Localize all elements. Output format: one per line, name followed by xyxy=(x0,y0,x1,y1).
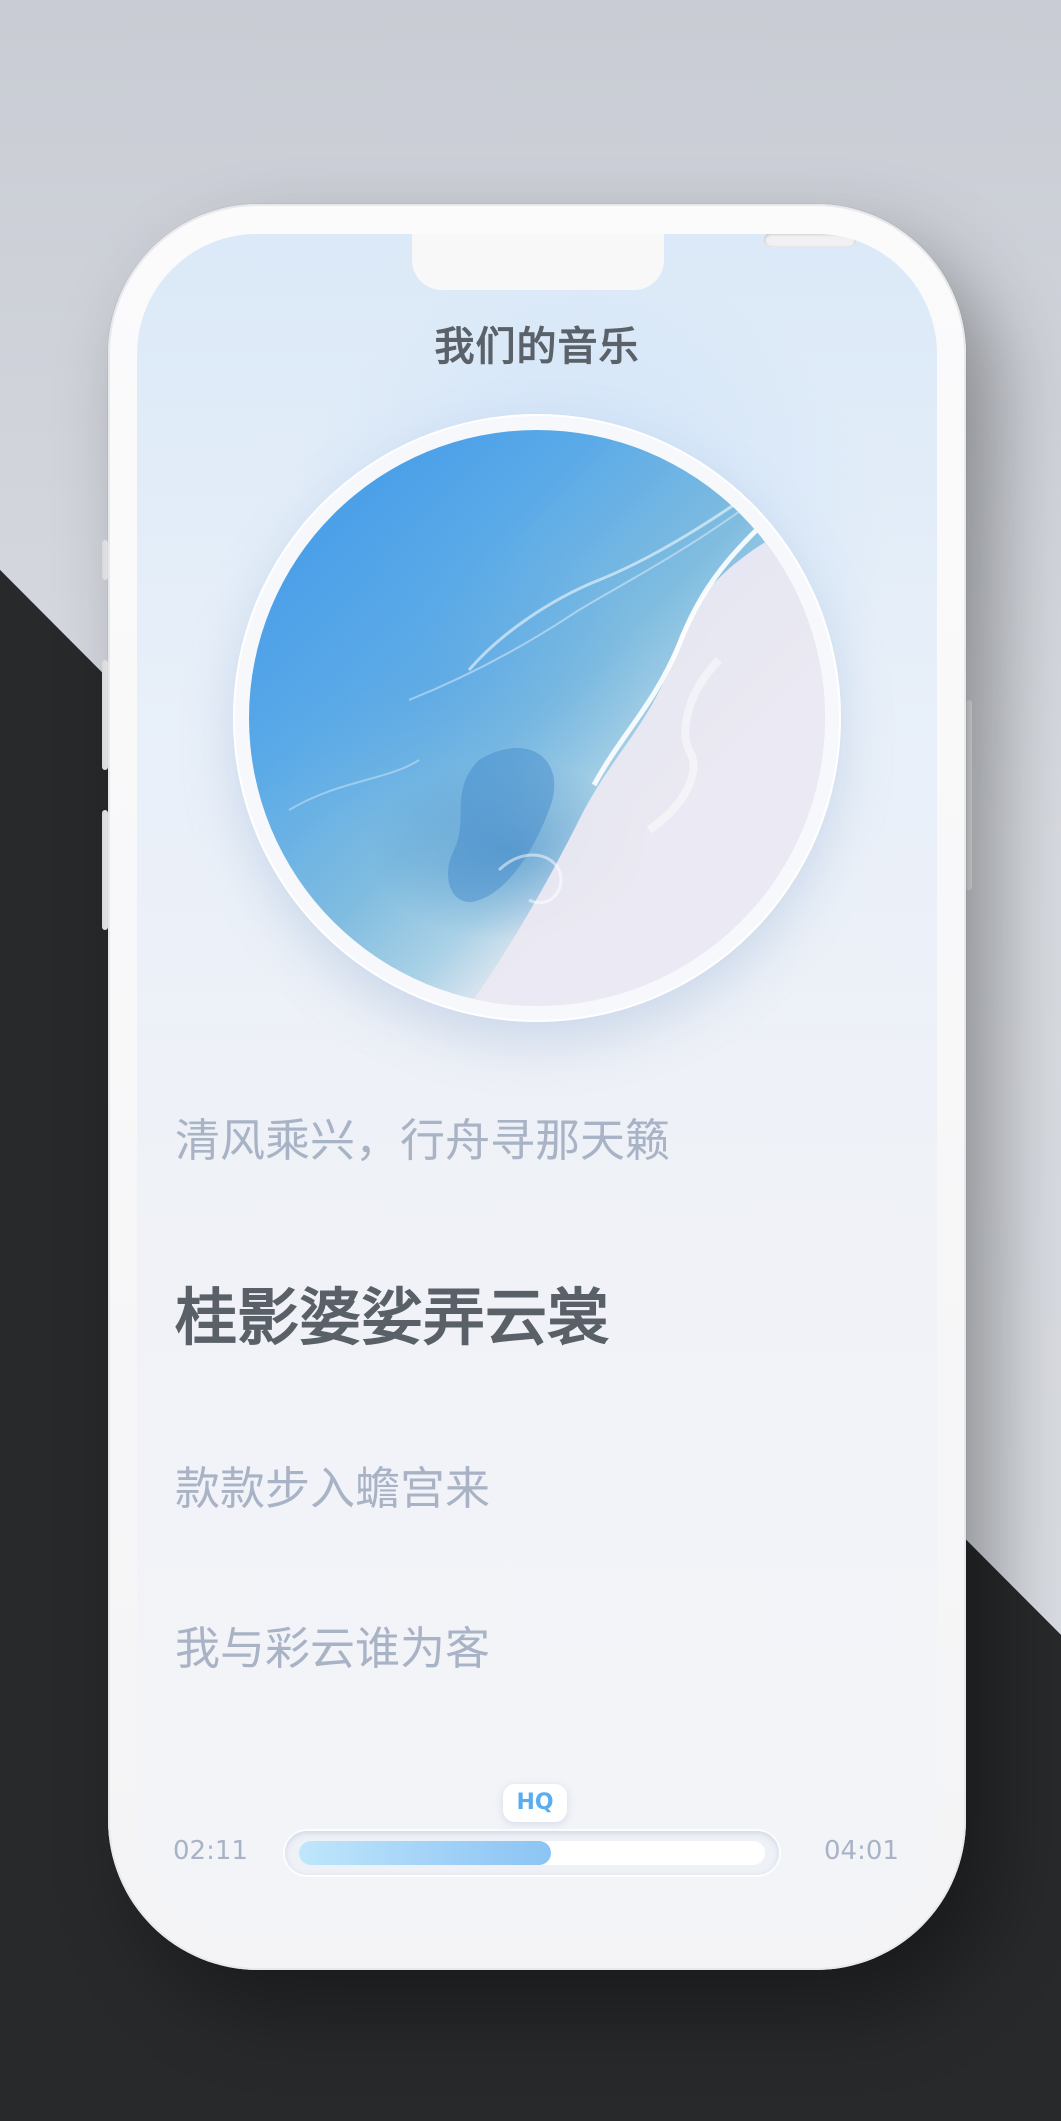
notch xyxy=(412,234,856,290)
hq-quality-badge[interactable]: HQ xyxy=(503,1784,567,1822)
lyric-line-previous[interactable]: 清风乘兴，行舟寻那天籁 xyxy=(175,1104,670,1169)
lyric-line-next[interactable]: 款款步入蟾宫来 xyxy=(175,1452,490,1517)
page-title: 我们的音乐 xyxy=(434,324,640,370)
progress-bar[interactable] xyxy=(285,1831,779,1875)
power-button xyxy=(966,700,972,890)
album-art-icon[interactable] xyxy=(249,430,825,1006)
progress-track-inner xyxy=(299,1841,765,1865)
ocean-shore-artwork-icon xyxy=(288,448,825,1006)
phone-screen: 我们的音乐 清风乘兴，行舟寻那天籁 桂影婆娑弄云裳 款款步入蟾宫来 我与彩云谁为… xyxy=(137,234,937,1940)
progress-fill xyxy=(299,1841,551,1865)
lyric-line-upcoming[interactable]: 我与彩云谁为客 xyxy=(175,1612,490,1677)
lyric-line-current[interactable]: 桂影婆娑弄云裳 xyxy=(175,1267,609,1357)
speaker-grille xyxy=(764,234,856,247)
elapsed-time: 02:11 xyxy=(173,1836,248,1866)
total-time: 04:01 xyxy=(824,1836,899,1866)
